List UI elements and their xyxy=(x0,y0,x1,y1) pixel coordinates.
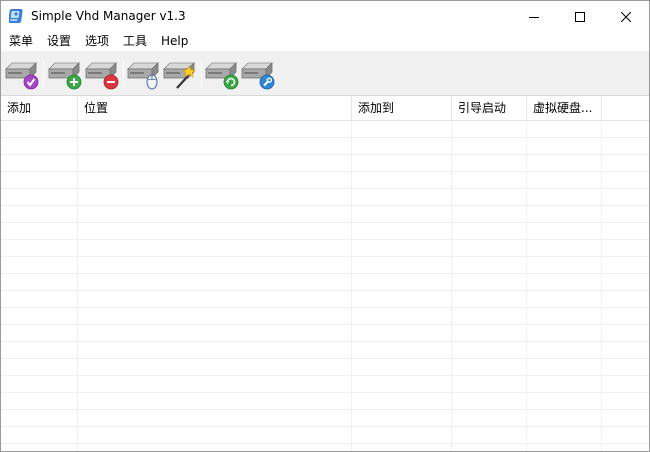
empty-grid-row xyxy=(1,444,649,451)
column-header-location[interactable]: 位置 xyxy=(78,96,352,121)
disk-remove-icon xyxy=(85,62,119,90)
empty-grid-row xyxy=(1,308,649,325)
disk-mouse-icon xyxy=(127,62,159,90)
disk-check-icon xyxy=(5,62,39,90)
empty-grid-row xyxy=(1,410,649,427)
empty-grid-row xyxy=(1,274,649,291)
app-window: Simple Vhd Manager v1.3 菜单 设置 选项 工具 Help xyxy=(0,0,650,452)
empty-grid-row xyxy=(1,359,649,376)
mount-vhd-button[interactable] xyxy=(126,58,162,90)
empty-grid-row xyxy=(1,121,649,138)
column-header-boot[interactable]: 引导启动 xyxy=(452,96,527,121)
menu-help[interactable]: Help xyxy=(160,33,189,50)
close-button[interactable] xyxy=(603,1,649,32)
empty-grid-row xyxy=(1,342,649,359)
column-header-attach[interactable]: 添加 xyxy=(1,96,78,121)
vhd-tools-button[interactable] xyxy=(240,58,276,90)
toolbar-separator xyxy=(123,61,124,87)
disk-refresh-icon xyxy=(205,62,239,90)
empty-grid-row xyxy=(1,291,649,308)
minimize-icon xyxy=(529,16,539,18)
empty-grid-row xyxy=(1,427,649,444)
empty-grid-row xyxy=(1,189,649,206)
create-vhd-button[interactable] xyxy=(162,58,198,90)
window-title: Simple Vhd Manager v1.3 xyxy=(31,9,186,23)
toolbar xyxy=(1,51,649,96)
empty-grid-row xyxy=(1,223,649,240)
empty-grid-row xyxy=(1,155,649,172)
column-header-attach-to[interactable]: 添加到 xyxy=(352,96,452,121)
menu-main[interactable]: 菜单 xyxy=(8,33,34,50)
empty-grid-row xyxy=(1,206,649,223)
list-header: 添加 位置 添加到 引导启动 虚拟硬盘... xyxy=(1,96,649,121)
title-bar[interactable]: Simple Vhd Manager v1.3 xyxy=(1,1,649,32)
app-disk-icon xyxy=(8,8,25,24)
column-header-vhd[interactable]: 虚拟硬盘... xyxy=(527,96,602,121)
menu-bar: 菜单 设置 选项 工具 Help xyxy=(1,32,649,51)
empty-grid-row xyxy=(1,376,649,393)
disk-tool-icon xyxy=(241,62,275,90)
remove-vhd-button[interactable] xyxy=(84,58,120,90)
empty-grid-row xyxy=(1,172,649,189)
add-vhd-button[interactable] xyxy=(47,58,83,90)
minimize-button[interactable] xyxy=(511,1,557,32)
menu-tools[interactable]: 工具 xyxy=(122,33,148,50)
attach-vhd-button[interactable] xyxy=(4,58,40,90)
empty-grid-row xyxy=(1,138,649,155)
disk-wand-icon xyxy=(163,62,196,89)
list-body xyxy=(1,121,649,451)
refresh-vhd-button[interactable] xyxy=(204,58,240,90)
disk-add-icon xyxy=(48,62,82,90)
menu-options[interactable]: 选项 xyxy=(84,33,110,50)
empty-grid-row xyxy=(1,325,649,342)
maximize-icon xyxy=(575,11,585,22)
vhd-list[interactable]: 添加 位置 添加到 引导启动 虚拟硬盘... xyxy=(1,96,649,451)
empty-grid-row xyxy=(1,393,649,410)
maximize-button[interactable] xyxy=(557,1,603,32)
empty-grid-row xyxy=(1,257,649,274)
toolbar-separator xyxy=(43,61,44,87)
menu-settings[interactable]: 设置 xyxy=(46,33,72,50)
toolbar-separator xyxy=(201,61,202,87)
empty-grid-row xyxy=(1,240,649,257)
close-icon xyxy=(621,11,631,22)
